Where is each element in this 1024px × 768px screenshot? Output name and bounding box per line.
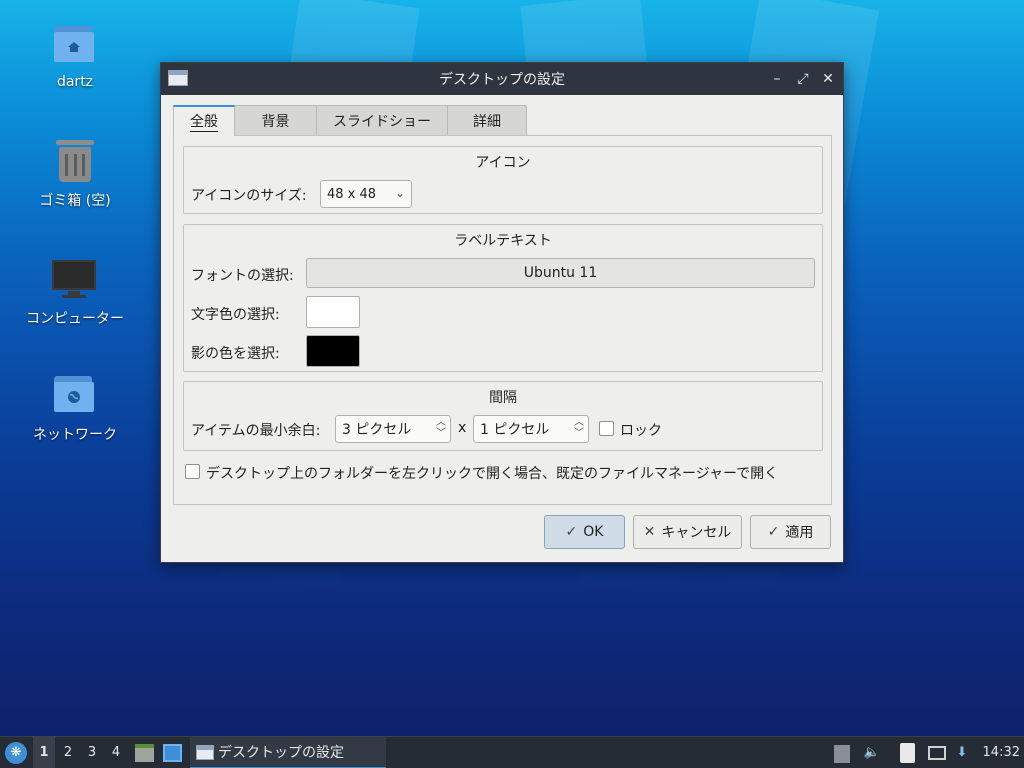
label-text-group: ラベルテキスト フォントの選択: Ubuntu 11 文字色の選択: 影の色を選… — [183, 224, 823, 372]
cancel-button[interactable]: ✕ キャンセル — [633, 515, 742, 549]
desktop-icon-label: ネットワーク — [33, 427, 117, 443]
spacing-group-title: 間隔 — [489, 390, 517, 406]
label-text-group-title: ラベルテキスト — [454, 233, 552, 249]
tab-bar: 全般 背景 スライドショー 詳細 — [173, 105, 527, 136]
file-manager-launcher-icon[interactable] — [135, 744, 154, 762]
tab-content-general: アイコン アイコンのサイズ: 48 x 48 ⌄ ラベルテキスト フォントの選択… — [173, 135, 832, 505]
margin-separator: x — [458, 420, 467, 436]
margin-y-value: 1 ピクセル — [480, 422, 550, 438]
home-folder-icon — [52, 22, 98, 68]
desktop-switcher-1[interactable]: 1 — [33, 737, 55, 768]
ok-button[interactable]: ✓ OK — [544, 515, 625, 549]
lock-label: ロック — [620, 423, 662, 439]
text-color-button[interactable] — [306, 296, 360, 328]
task-desktop-settings[interactable]: デスクトップの設定 — [190, 737, 386, 768]
desktop-icon-home[interactable]: dartz — [12, 22, 138, 90]
icon-size-label: アイコンのサイズ: — [191, 188, 307, 204]
update-notifier-icon[interactable]: ⬇ — [953, 744, 971, 762]
font-select-label: フォントの選択: — [191, 268, 294, 284]
network-folder-icon — [52, 372, 98, 418]
desktop-icon-label: ゴミ箱 (空) — [39, 193, 111, 209]
tray-updown-icon[interactable] — [834, 745, 850, 763]
chevron-down-icon: ⌄ — [394, 186, 405, 200]
tab-background[interactable]: 背景 — [234, 105, 317, 135]
font-value: Ubuntu 11 — [523, 265, 598, 281]
icon-group-title: アイコン — [475, 155, 531, 171]
desktop-icon-network[interactable]: ネットワーク — [12, 372, 138, 444]
margin-x-value: 3 ピクセル — [342, 422, 412, 438]
tab-label: スライドショー — [333, 113, 431, 130]
minimize-icon[interactable]: – — [767, 69, 787, 89]
spin-arrows-icon[interactable]: ︿ ﹀ — [574, 417, 584, 439]
icon-size-select[interactable]: 48 x 48 ⌄ — [320, 180, 412, 208]
shadow-color-button[interactable] — [306, 335, 360, 367]
cancel-x-icon: ✕ — [643, 524, 656, 540]
show-desktop-icon[interactable] — [163, 744, 182, 762]
desktop-icon-label: コンピューター — [26, 311, 124, 327]
maximize-icon[interactable]: ⤢ — [793, 69, 813, 89]
window-title: デスクトップの設定 — [439, 72, 565, 88]
computer-icon — [52, 256, 98, 302]
check-icon: ✓ — [565, 524, 578, 540]
desktop-icon-trash[interactable]: ゴミ箱 (空) — [12, 138, 138, 210]
desktop-switcher-3[interactable]: 3 — [81, 737, 103, 768]
window-app-icon — [168, 70, 188, 86]
network-icon[interactable] — [928, 746, 946, 760]
spacing-group: 間隔 アイテムの最小余白: 3 ピクセル ︿ ﹀ x 1 ピクセル ︿ ﹀ ロック — [183, 381, 823, 451]
window-titlebar[interactable]: デスクトップの設定 – ⤢ ✕ — [161, 63, 843, 95]
tab-general[interactable]: 全般 — [173, 105, 235, 136]
desktop-settings-window: デスクトップの設定 – ⤢ ✕ 全般 背景 スライドショー 詳細 アイコン アイ… — [160, 62, 844, 563]
tab-label: 詳細 — [473, 113, 501, 130]
shadow-color-label: 影の色を選択: — [191, 346, 280, 362]
icon-size-value: 48 x 48 — [327, 186, 377, 202]
font-select-button[interactable]: Ubuntu 11 — [306, 258, 815, 288]
volume-icon[interactable]: 🔈 — [863, 744, 881, 762]
cancel-label: キャンセル — [661, 525, 732, 541]
spin-arrows-icon[interactable]: ︿ ﹀ — [436, 417, 446, 439]
start-menu-icon[interactable]: ❋ — [5, 742, 27, 764]
tab-label: 背景 — [261, 113, 290, 130]
margin-y-spinbox[interactable]: 1 ピクセル ︿ ﹀ — [473, 415, 589, 443]
clipboard-icon[interactable] — [900, 743, 915, 763]
tab-advanced[interactable]: 詳細 — [447, 105, 527, 135]
apply-label: 適用 — [785, 525, 814, 541]
window-app-icon — [196, 744, 214, 760]
desktop-icon-label: dartz — [56, 74, 94, 90]
ok-label: OK — [583, 524, 604, 540]
margin-x-spinbox[interactable]: 3 ピクセル ︿ ﹀ — [335, 415, 451, 443]
taskbar: ❋ 1 2 3 4 デスクトップの設定 🔈 ⬇ 14:32 — [0, 736, 1024, 768]
icon-group: アイコン アイコンのサイズ: 48 x 48 ⌄ — [183, 146, 823, 214]
close-icon[interactable]: ✕ — [818, 69, 838, 89]
desktop-icon-computer[interactable]: コンピューター — [12, 256, 138, 328]
desktop-switcher-4[interactable]: 4 — [105, 737, 127, 768]
task-label: デスクトップの設定 — [218, 745, 344, 761]
apply-button[interactable]: ✓ 適用 — [750, 515, 831, 549]
lock-checkbox[interactable] — [599, 421, 614, 436]
open-with-file-manager-checkbox[interactable] — [185, 464, 200, 479]
text-color-label: 文字色の選択: — [191, 307, 280, 323]
clock[interactable]: 14:32 — [983, 737, 1020, 768]
open-with-file-manager-label: デスクトップ上のフォルダーを左クリックで開く場合、既定のファイルマネージャーで開… — [206, 466, 779, 482]
min-margin-label: アイテムの最小余白: — [191, 423, 321, 439]
tab-label: 全般 — [190, 111, 218, 132]
desktop-switcher-2[interactable]: 2 — [57, 737, 79, 768]
check-icon: ✓ — [767, 524, 780, 540]
trash-icon — [52, 138, 98, 184]
tab-slideshow[interactable]: スライドショー — [316, 105, 448, 135]
